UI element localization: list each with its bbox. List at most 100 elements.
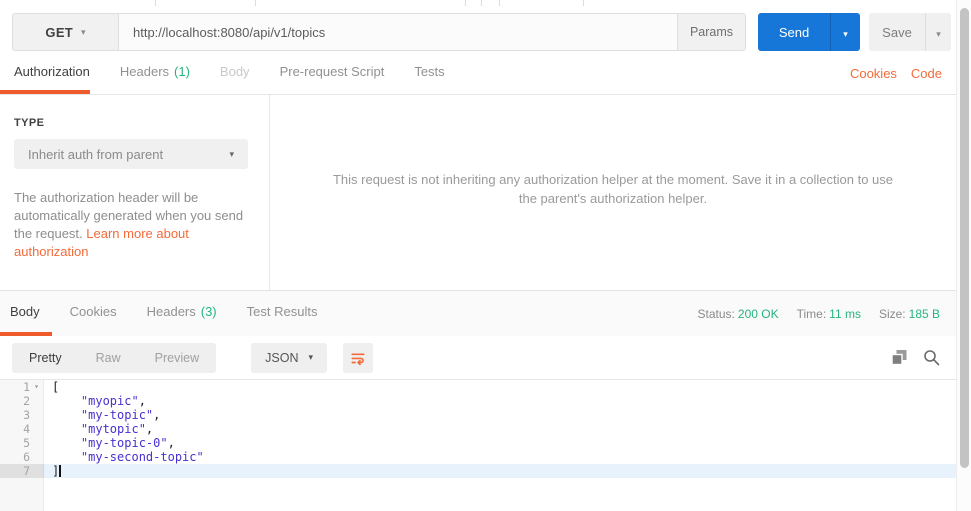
auth-helper-message: This request is not inheriting any autho…	[332, 172, 894, 206]
response-headers-count-badge: (3)	[200, 304, 217, 319]
editor-line: 3 "my-topic",	[0, 408, 956, 422]
token-punct: ,	[167, 436, 175, 450]
type-label: TYPE	[14, 117, 45, 129]
response-toolbar: Pretty Raw Preview JSON ▾	[0, 336, 956, 380]
status-label: Status:	[697, 306, 735, 321]
view-mode-switcher: Pretty Raw Preview	[12, 342, 217, 373]
request-tabs: Authorization Headers (1) Body Pre-reque…	[0, 52, 956, 95]
send-button[interactable]: Send	[758, 13, 830, 51]
tab-headers[interactable]: Headers (1)	[120, 52, 190, 94]
auth-type-value: Inherit auth from parent	[28, 146, 164, 162]
editor-gutter-cell[interactable]: 4	[0, 422, 44, 436]
time-label: Time:	[796, 306, 827, 321]
chevron-down-icon: ▾	[229, 148, 234, 159]
size-value: 185 B	[908, 306, 940, 321]
response-tab-test-results[interactable]: Test Results	[247, 291, 318, 336]
tab-tests[interactable]: Tests	[414, 52, 444, 94]
code-line: "my-second-topic"	[44, 450, 956, 464]
line-number: 4	[23, 422, 30, 436]
response-tab-body[interactable]: Body	[0, 291, 52, 336]
chevron-down-icon: ▾	[81, 26, 86, 37]
tab-label: Authorization	[14, 63, 90, 79]
cookies-link[interactable]: Cookies	[850, 66, 897, 81]
search-button[interactable]	[918, 345, 944, 371]
url-input[interactable]	[119, 14, 677, 50]
line-number: 1	[23, 380, 30, 394]
editor-gutter-cell[interactable]: 3	[0, 408, 44, 422]
vertical-scrollbar[interactable]	[956, 0, 971, 511]
editor-line: 1 ▾ [	[0, 380, 956, 394]
tab-separator	[583, 0, 584, 6]
auth-type-dropdown[interactable]: Inherit auth from parent ▾	[14, 139, 248, 169]
tab-authorization[interactable]: Authorization	[0, 52, 90, 94]
token-punct: ,	[145, 422, 154, 436]
save-button[interactable]: Save	[869, 13, 925, 51]
editor-gutter-cell[interactable]: 2	[0, 394, 44, 408]
save-options-button[interactable]: ▾	[925, 13, 951, 51]
main-content: GET ▾ Params Send ▾ Save ▾ Authorization…	[0, 0, 956, 511]
copy-button[interactable]	[886, 345, 912, 371]
text-cursor	[59, 465, 62, 477]
tab-separator	[499, 0, 500, 6]
response-tab-headers[interactable]: Headers (3)	[147, 291, 217, 336]
scrollbar-thumb[interactable]	[960, 8, 969, 468]
code-line: "myopic",	[44, 394, 956, 408]
token-string: "mytopic"	[52, 422, 146, 436]
response-body-editor[interactable]: 1 ▾ [ 2 "myopic", 3 "my-topic", 4 "mytop…	[0, 380, 956, 511]
method-label: GET	[45, 24, 74, 40]
format-dropdown[interactable]: JSON ▾	[251, 342, 328, 373]
method-dropdown[interactable]: GET ▾	[13, 14, 119, 50]
tab-label: Test Results	[246, 304, 318, 319]
size-label: Size:	[878, 306, 906, 321]
tab-body[interactable]: Body	[220, 52, 250, 94]
request-bar: GET ▾ Params Send ▾ Save ▾	[0, 12, 956, 52]
view-mode-raw[interactable]: Raw	[79, 343, 138, 373]
wrap-text-icon	[349, 349, 367, 367]
chevron-down-icon: ▾	[936, 28, 941, 39]
code-link[interactable]: Code	[911, 66, 942, 81]
editor-line: 4 "mytopic",	[0, 422, 956, 436]
time-item: Time: 11 ms	[797, 307, 861, 321]
send-options-button[interactable]: ▾	[830, 13, 860, 51]
authorization-panel: TYPE Inherit auth from parent ▾ The auth…	[0, 95, 956, 290]
wrap-text-button[interactable]	[343, 342, 374, 373]
line-number: 6	[23, 450, 30, 464]
editor-gutter-cell[interactable]: 1 ▾	[0, 380, 44, 394]
editor-gutter-cell[interactable]: 6	[0, 450, 44, 464]
status-item: Status: 200 OK	[698, 307, 779, 321]
save-button-group: Save ▾	[869, 13, 951, 51]
editor-line: 6 "my-second-topic"	[0, 450, 956, 464]
params-button[interactable]: Params	[677, 14, 745, 50]
line-number: 5	[23, 436, 30, 450]
status-value: 200 OK	[737, 306, 779, 321]
editor-gutter-cell[interactable]: 7	[0, 464, 44, 478]
response-tab-cookies[interactable]: Cookies	[70, 291, 117, 336]
editor-gutter-cell[interactable]: 5	[0, 436, 44, 450]
code-line: [	[44, 380, 956, 394]
code-line: "mytopic",	[44, 422, 956, 436]
response-header: Body Cookies Headers (3) Test Results St…	[0, 290, 956, 336]
editor-line: 2 "myopic",	[0, 394, 956, 408]
editor-line-active: 7 ]	[0, 464, 956, 478]
response-status-bar: Status: 200 OK Time: 11 ms Size: 185 B	[698, 291, 956, 336]
token-punct: [	[52, 380, 60, 394]
line-number: 7	[23, 464, 30, 478]
tab-label: Tests	[414, 63, 445, 79]
tab-separator	[481, 0, 482, 6]
view-mode-pretty[interactable]: Pretty	[12, 343, 79, 373]
fold-arrow-icon[interactable]: ▾	[30, 380, 43, 394]
tab-label: Headers	[119, 63, 170, 79]
view-mode-preview[interactable]: Preview	[138, 343, 216, 373]
tab-pre-request-script[interactable]: Pre-request Script	[280, 52, 385, 94]
time-value: 11 ms	[829, 306, 861, 321]
token-string: "my-topic-0"	[52, 436, 168, 450]
token-punct: ,	[153, 408, 161, 422]
size-item: Size: 185 B	[879, 307, 940, 321]
format-value: JSON	[265, 350, 299, 365]
tab-separator	[155, 0, 156, 6]
url-group: GET ▾ Params	[12, 13, 746, 51]
